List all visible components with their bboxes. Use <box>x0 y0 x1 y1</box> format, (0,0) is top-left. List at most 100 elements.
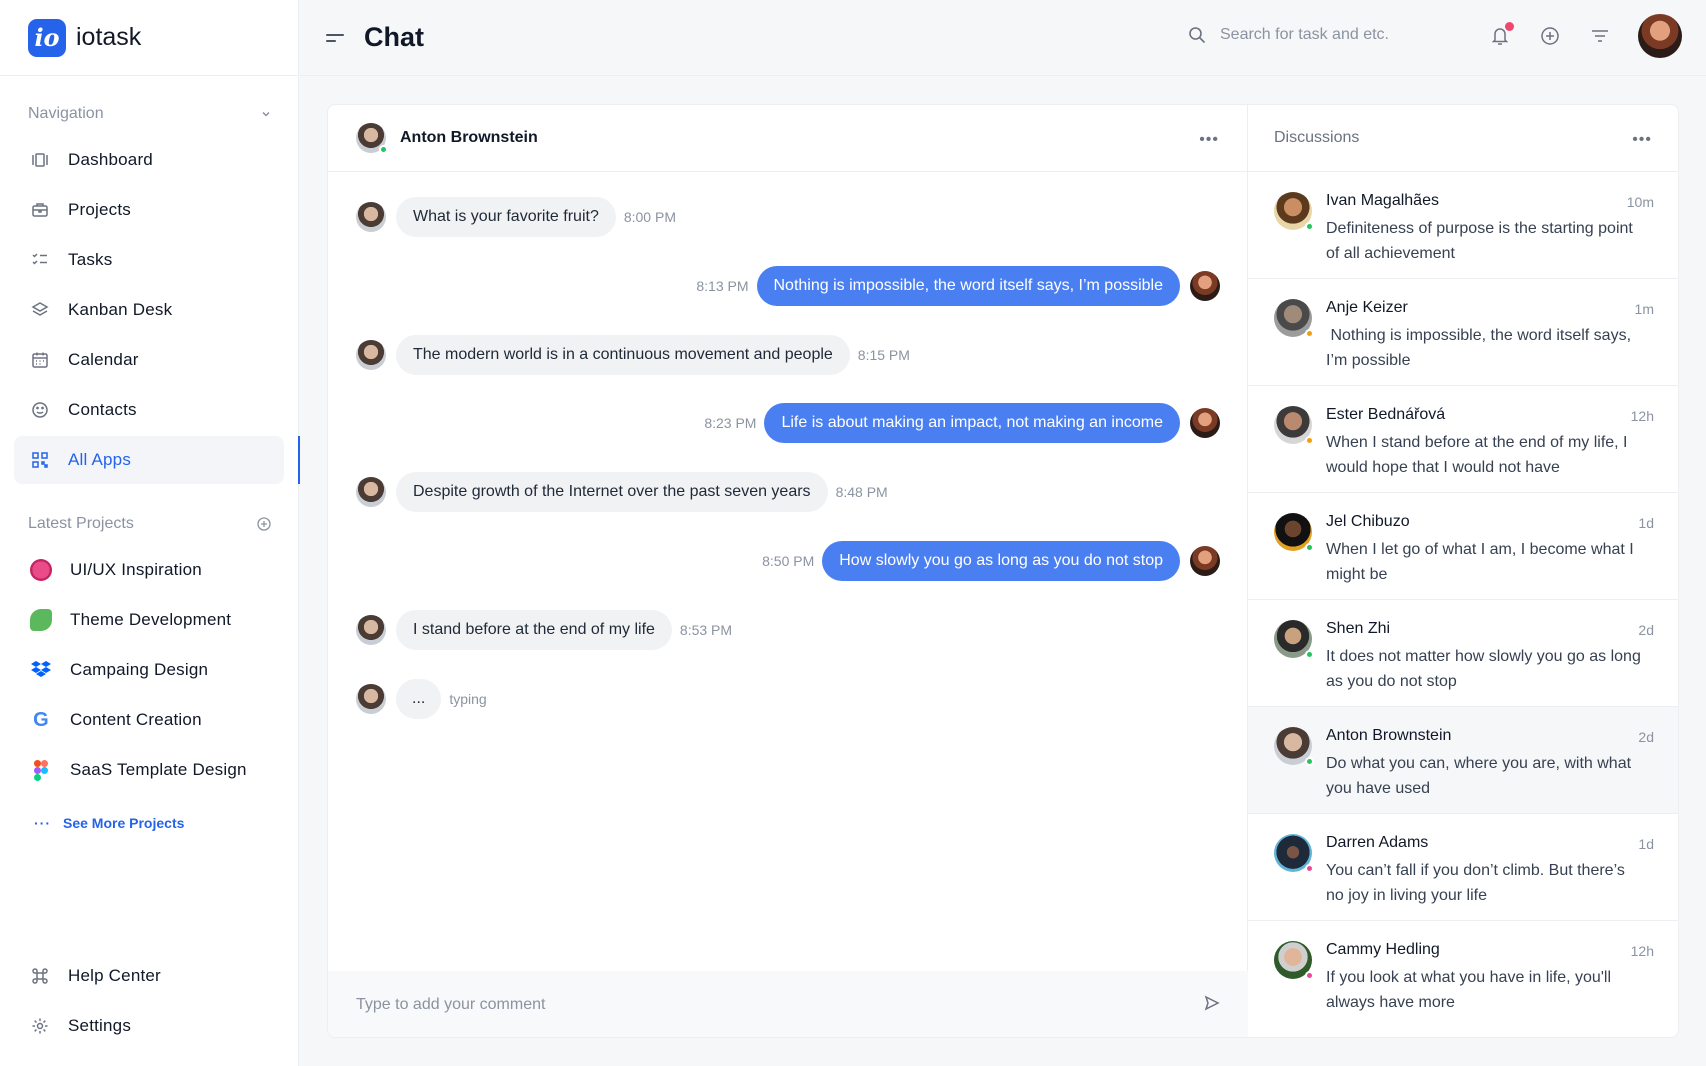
navigation-section-header[interactable]: Navigation <box>0 102 298 126</box>
latest-projects-label: Latest Projects <box>28 515 134 532</box>
discussion-preview: It does not matter how slowly you go as … <box>1326 648 1641 690</box>
sidebar-item-dashboard[interactable]: Dashboard <box>14 136 284 184</box>
contact-avatar[interactable] <box>356 123 388 154</box>
discussion-time: 2d <box>1638 622 1654 638</box>
layers-icon <box>30 300 50 320</box>
topbar: Chat Search for task and etc. <box>300 0 1706 76</box>
project-label: Content Creation <box>70 710 202 729</box>
add-circle-icon[interactable] <box>1538 24 1562 48</box>
sidebar-item-label: Tasks <box>68 250 113 269</box>
sidebar-item-help-center[interactable]: Help Center <box>14 952 285 1000</box>
discussion-item[interactable]: Shen Zhi It does not matter how slowly y… <box>1248 600 1678 707</box>
avatar <box>1274 192 1314 231</box>
notification-badge <box>1505 22 1514 31</box>
online-status <box>379 145 388 154</box>
project-label: UI/UX Inspiration <box>70 560 202 579</box>
status-dot <box>1305 543 1314 552</box>
avatar <box>356 684 386 714</box>
avatar <box>1274 406 1314 445</box>
avatar <box>356 340 386 370</box>
discussion-preview: When I let go of what I am, I become wha… <box>1326 541 1634 583</box>
project-item-theme-development[interactable]: Theme Development <box>14 596 284 644</box>
discussions-title: Discussions <box>1274 129 1360 146</box>
avatar <box>1190 546 1220 576</box>
google-icon: G <box>33 708 49 731</box>
leaf-icon <box>30 609 52 631</box>
discussion-preview: Nothing is impossible, the word itself s… <box>1326 327 1636 369</box>
message-time: 8:50 PM <box>762 553 815 569</box>
see-more-projects-link[interactable]: ··· See More Projects <box>0 806 298 840</box>
logo-mark: io <box>28 18 66 57</box>
project-item-content-creation[interactable]: G Content Creation <box>14 696 284 744</box>
discussion-name: Anton Brownstein <box>1326 727 1452 744</box>
message-incoming: The modern world is in a continuous move… <box>356 335 910 375</box>
sidebar-item-label: Settings <box>68 1016 132 1035</box>
send-icon[interactable] <box>1204 995 1220 1011</box>
menu-toggle-icon[interactable] <box>326 29 344 47</box>
status-dot <box>1305 971 1314 980</box>
discussion-preview: Do what you can, where you are, with wha… <box>1326 755 1632 797</box>
apps-grid-icon <box>30 450 50 470</box>
dribbble-icon <box>30 559 52 581</box>
discussion-name: Darren Adams <box>1326 834 1429 851</box>
filter-icon[interactable] <box>1588 24 1612 48</box>
sidebar-item-label: Kanban Desk <box>68 300 173 319</box>
avatar <box>356 202 386 232</box>
message-bubble: How slowly you go as long as you do not … <box>822 541 1180 581</box>
status-dot <box>1305 222 1314 231</box>
sidebar-item-contacts[interactable]: Contacts <box>14 386 284 434</box>
project-item-saas-template-design[interactable]: SaaS Template Design <box>14 746 284 794</box>
sidebar-item-kanban-desk[interactable]: Kanban Desk <box>14 286 284 334</box>
message-outgoing: 8:50 PM How slowly you go as long as you… <box>762 541 1220 581</box>
avatar <box>1274 834 1314 873</box>
discussion-item[interactable]: Ivan Magalhães Definiteness of purpose i… <box>1248 172 1678 279</box>
message-time: 8:53 PM <box>679 622 733 638</box>
avatar <box>1274 299 1314 338</box>
notification-bell-icon[interactable] <box>1488 22 1514 48</box>
chat-card: Anton Brownstein ••• What is your favori… <box>327 104 1679 1038</box>
status-dot <box>1305 329 1314 338</box>
discussion-time: 1m <box>1634 301 1654 317</box>
discussion-item[interactable]: Cammy Hedling If you look at what you ha… <box>1248 921 1678 1028</box>
add-project-icon[interactable] <box>256 516 272 532</box>
sidebar-item-all-apps[interactable]: All Apps <box>14 436 300 484</box>
search-input[interactable]: Search for task and etc. <box>1188 26 1389 44</box>
discussion-item[interactable]: Jel Chibuzo When I let go of what I am, … <box>1248 493 1678 600</box>
sidebar-item-calendar[interactable]: Calendar <box>14 336 284 384</box>
message-time: 8:48 PM <box>835 484 888 500</box>
project-item-campaing-design[interactable]: Campaing Design <box>14 646 284 694</box>
user-avatar[interactable] <box>1638 14 1682 58</box>
discussions-panel: Discussions ••• Ivan Magalhães Definiten… <box>1248 105 1678 1037</box>
discussion-time: 12h <box>1630 408 1654 424</box>
typing-bubble: ... <box>396 679 442 719</box>
discussion-time: 1d <box>1638 836 1654 852</box>
sidebar-item-settings[interactable]: Settings <box>14 1002 285 1050</box>
discussion-item[interactable]: Darren Adams You can’t fall if you don’t… <box>1248 814 1678 921</box>
gear-icon <box>30 1016 50 1036</box>
checklist-icon <box>30 250 50 270</box>
search-placeholder: Search for task and etc. <box>1220 26 1389 43</box>
project-label: Campaing Design <box>70 660 209 679</box>
sidebar-item-label: Dashboard <box>68 150 153 169</box>
discussion-time: 10m <box>1626 194 1654 210</box>
command-icon <box>30 966 50 986</box>
message-bubble: The modern world is in a continuous move… <box>396 335 850 375</box>
logo[interactable]: io iotask <box>0 0 298 76</box>
discussion-item[interactable]: Ester Bednářová When I stand before at t… <box>1248 386 1678 493</box>
discussion-time: 12h <box>1630 943 1654 959</box>
discussion-name: Anje Keizer <box>1326 299 1408 316</box>
figma-icon <box>30 759 52 781</box>
more-options-icon[interactable]: ••• <box>1632 131 1652 149</box>
discussion-item[interactable]: Anje Keizer Nothing is impossible, the w… <box>1248 279 1678 386</box>
discussion-item-active[interactable]: Anton Brownstein Do what you can, where … <box>1248 707 1678 814</box>
sidebar-item-projects[interactable]: Projects <box>14 186 284 234</box>
sidebar-item-label: Contacts <box>68 400 137 419</box>
sidebar-item-tasks[interactable]: Tasks <box>14 236 284 284</box>
discussion-time: 1d <box>1638 515 1654 531</box>
sidebar-item-label: All Apps <box>68 450 132 469</box>
typing-label: typing <box>449 691 487 707</box>
more-options-icon[interactable]: ••• <box>1199 131 1219 149</box>
discussion-name: Ivan Magalhães <box>1326 192 1439 209</box>
project-item-uiux-inspiration[interactable]: UI/UX Inspiration <box>14 546 284 594</box>
comment-input[interactable]: Type to add your comment <box>328 971 1248 1037</box>
